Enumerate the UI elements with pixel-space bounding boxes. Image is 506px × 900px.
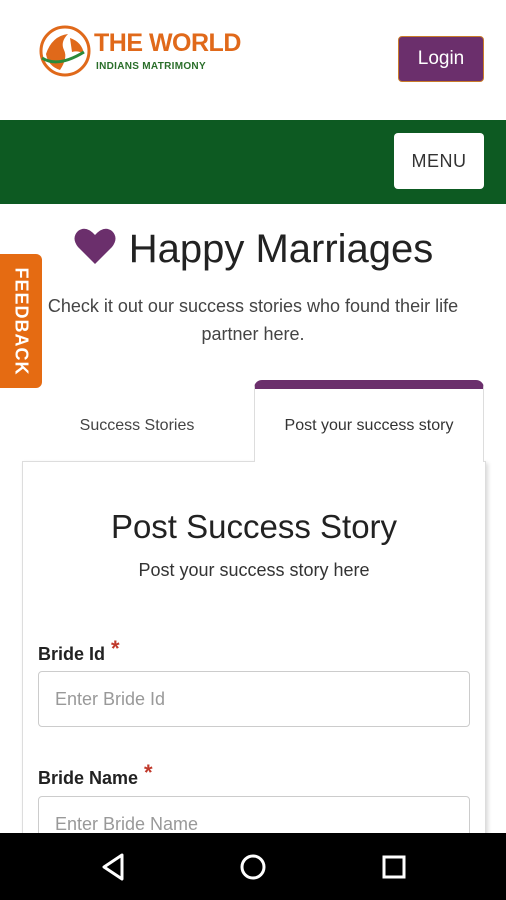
login-button[interactable]: Login [398,36,484,82]
page-subtitle: Check it out our success stories who fou… [47,296,459,344]
page-title-text: Happy Marriages [128,227,434,271]
bride-id-label-text: Bride Id [38,644,106,664]
navbar: MENU [0,120,506,204]
tab-post-success-story[interactable]: Post your success story [254,380,484,462]
header: THE WORLD INDIANS MATRIMONY Login [0,0,506,120]
form-subtitle: Post your success story here [138,560,370,580]
feedback-tab[interactable]: FEEDBACK [0,254,42,388]
menu-button[interactable]: MENU [394,133,484,189]
form-title: Post Success Story [110,508,398,545]
tab-success-stories[interactable]: Success Stories [22,396,252,456]
bride-name-label: Bride Name * [38,760,153,789]
back-icon[interactable] [98,851,130,883]
recents-icon[interactable] [378,851,410,883]
heart-icon [74,228,116,264]
home-icon[interactable] [237,851,269,883]
site-logo[interactable]: THE WORLD INDIANS MATRIMONY [38,24,241,82]
logo-title: THE WORLD [94,29,241,57]
post-story-form: Post Success Story Post your success sto… [22,461,486,852]
bride-id-input[interactable]: Enter Bride Id [38,671,470,727]
story-tabs: Success Stories Post your success story [22,380,484,462]
globe-logo-icon [39,25,91,77]
system-navigation-bar [0,833,506,900]
logo-subtitle: INDIANS MATRIMONY [96,61,206,72]
page-title: Happy Marriages [0,226,506,272]
required-mark: * [111,636,120,661]
feedback-label: FEEDBACK [11,266,32,376]
bride-name-label-text: Bride Name [38,768,139,788]
bride-id-label: Bride Id * [38,636,120,665]
required-mark: * [144,760,153,785]
